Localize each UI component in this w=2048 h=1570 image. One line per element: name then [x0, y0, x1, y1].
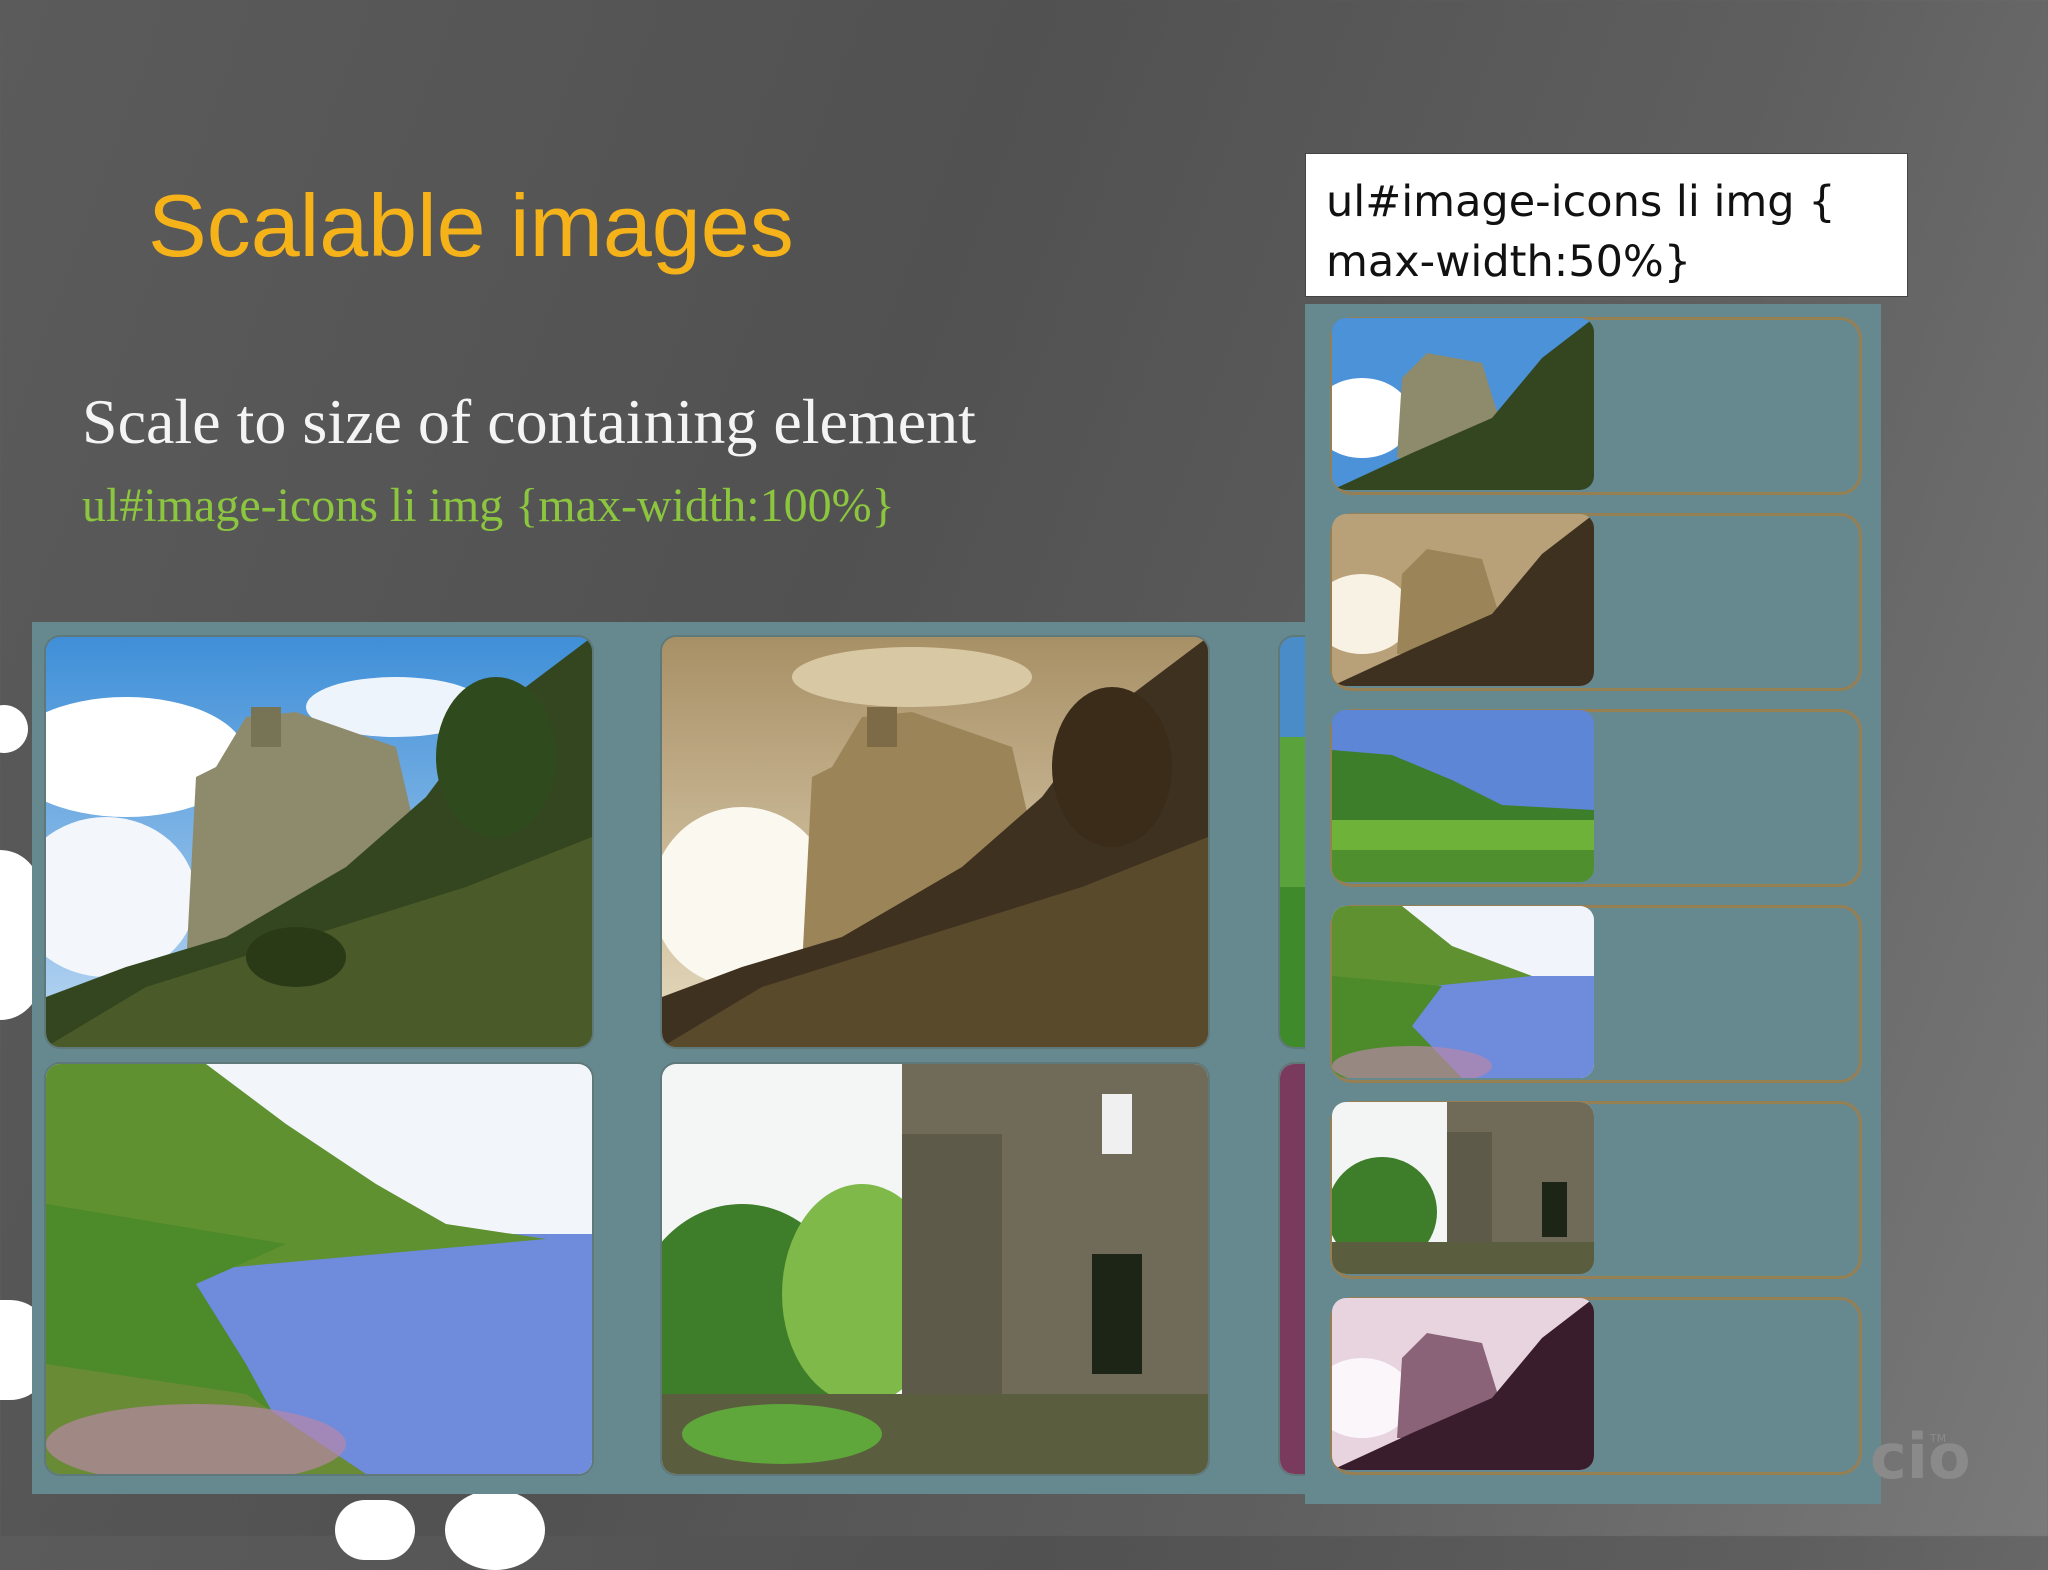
castle-ruin-photo: [662, 1064, 1208, 1474]
brand-logo: cio: [1870, 1420, 1971, 1493]
castle-purple-thumb: [1332, 1298, 1594, 1470]
css-example: ul#image-icons li img {max-width:100%}: [82, 479, 895, 532]
decorative-blob: [445, 1490, 545, 1570]
code-callout-line: max-width:50%}: [1326, 237, 1692, 287]
coast-thumb: [1332, 710, 1594, 882]
slide: Scalable images Scale to size of contain…: [0, 0, 2048, 1570]
castle-sepia-thumb: [1332, 514, 1594, 686]
coast-hillside-photo: [46, 1064, 592, 1474]
code-callout: ul#image-icons li img { max-width:50%}: [1305, 153, 1908, 297]
castle-photo: [46, 637, 592, 1047]
slide-title: Scalable images: [148, 176, 794, 275]
coast-hillside-thumb: [1332, 906, 1594, 1078]
code-callout-line: ul#image-icons li img {: [1326, 177, 1836, 227]
castle-sepia-photo: [662, 637, 1208, 1047]
trademark-mark: TM: [1930, 1432, 1947, 1445]
decorative-blob: [0, 705, 28, 753]
slide-subtitle: Scale to size of containing element: [82, 386, 976, 457]
image-gallery: [32, 622, 1338, 1494]
decorative-blob: [335, 1500, 415, 1560]
castle-ruin-thumb: [1332, 1102, 1594, 1274]
castle-thumb: [1332, 318, 1594, 490]
icon-list-panel: [1305, 304, 1881, 1504]
